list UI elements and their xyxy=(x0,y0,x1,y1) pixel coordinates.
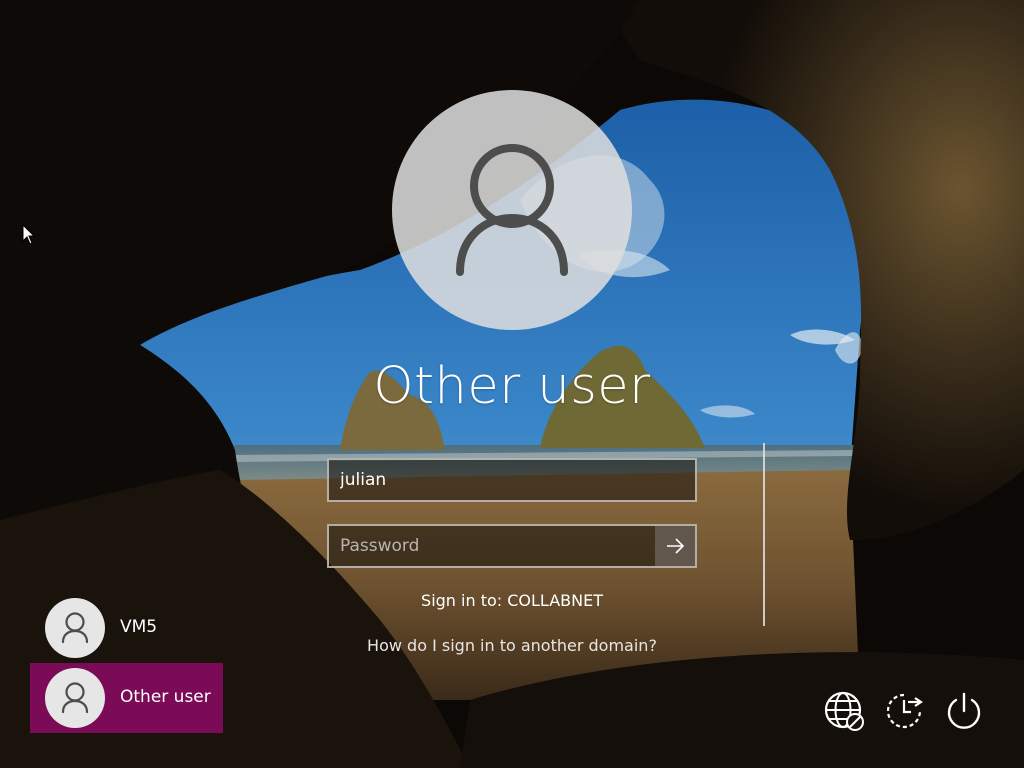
user-tile-avatar xyxy=(45,598,105,658)
sign-in-domain-text: Sign in to: COLLABNET xyxy=(421,591,603,610)
selected-user-name: Other user xyxy=(373,357,651,416)
user-icon xyxy=(456,144,568,276)
user-tile-label: VM5 xyxy=(120,617,158,637)
network-globe-icon xyxy=(824,691,864,731)
mouse-cursor-icon xyxy=(22,224,36,245)
other-domain-link[interactable]: How do I sign in to another domain? xyxy=(312,636,712,655)
lock-screen: Other user Sign in to: COLLABNET How do … xyxy=(0,0,1024,768)
user-tile-label: Other user xyxy=(120,687,211,707)
ease-of-access-icon xyxy=(886,693,923,729)
submit-button[interactable] xyxy=(655,526,695,566)
divider xyxy=(763,443,765,626)
power-icon xyxy=(947,692,981,729)
network-button[interactable] xyxy=(823,690,865,732)
power-button[interactable] xyxy=(943,690,985,732)
user-icon xyxy=(61,682,89,714)
ease-of-access-button[interactable] xyxy=(883,690,925,732)
arrow-right-icon xyxy=(667,538,685,554)
password-field-container xyxy=(327,524,697,568)
username-field-container xyxy=(327,458,697,502)
username-input[interactable] xyxy=(329,460,695,500)
user-tile-avatar xyxy=(45,668,105,728)
user-icon xyxy=(61,612,89,644)
user-tile-vm5[interactable]: VM5 xyxy=(30,593,223,663)
password-input[interactable] xyxy=(329,526,655,566)
user-tile-other-user[interactable]: Other user xyxy=(30,663,223,733)
selected-user-avatar xyxy=(392,90,632,330)
